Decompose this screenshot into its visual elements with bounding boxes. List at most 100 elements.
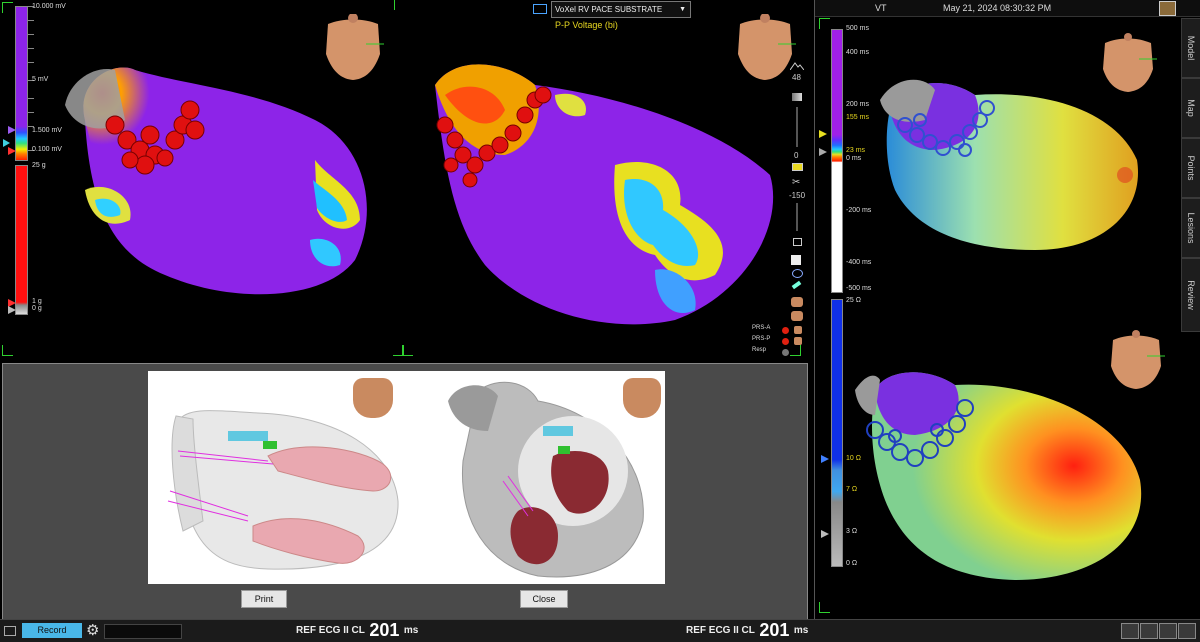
clip-value: -150	[789, 191, 806, 200]
clip-slider-track[interactable]	[796, 203, 798, 231]
home-icon[interactable]	[1159, 623, 1177, 639]
headset-icon[interactable]	[1178, 623, 1196, 639]
map-selector-value: VoXel RV PACE SUBSTRATE	[555, 5, 663, 14]
battery-icon[interactable]	[792, 163, 803, 171]
lat-high-handle[interactable]	[819, 130, 827, 138]
lat-label-high: 155 ms	[846, 114, 869, 121]
square-icon[interactable]	[791, 255, 801, 265]
scissors-icon[interactable]: ✂	[792, 177, 800, 188]
impedance-handle[interactable]	[821, 455, 829, 463]
legend-item[interactable]: PRS-A	[752, 325, 806, 336]
torso-orientation-icon[interactable]	[318, 14, 388, 82]
tab-map[interactable]: Map	[1181, 78, 1200, 138]
lat-label-minus500: -500 ms	[846, 285, 872, 292]
legend-dot	[782, 338, 789, 345]
lat-label-minus400: -400 ms	[846, 259, 872, 266]
impedance-map-model[interactable]	[845, 360, 1155, 585]
corner-marker	[2, 2, 13, 13]
tab-lesions[interactable]: Lesions	[1181, 198, 1200, 258]
lat-low-handle[interactable]	[819, 148, 827, 156]
legend-dot	[782, 327, 789, 334]
map-subtitle: P-P Voltage (bi)	[555, 20, 618, 30]
tab-points[interactable]: Points	[1181, 138, 1200, 198]
force-mid-label: 1 g	[32, 298, 42, 305]
force-bottom-label: 0 g	[32, 305, 42, 312]
view-header: VT May 21, 2024 08:30:32 PM	[815, 0, 1200, 17]
voltage-map-model-right[interactable]	[415, 55, 780, 330]
ref-ecg-cl-left: REF ECG II CL 201 ms	[296, 620, 418, 642]
torso-front-icon[interactable]	[791, 297, 803, 307]
preview-image[interactable]	[148, 371, 665, 584]
ecg-value: 201	[759, 620, 790, 640]
map-selector-icon[interactable]	[533, 4, 547, 14]
status-input[interactable]	[104, 624, 182, 639]
legend-item[interactable]: PRS-P	[752, 336, 806, 347]
left-map-view[interactable]: 10.000 mV 5 mV 1.500 mV 0.100 mV 25 g 1 …	[0, 0, 808, 362]
tab-model[interactable]: Model	[1181, 18, 1200, 78]
opacity-value: 0	[794, 151, 799, 160]
gear-icon[interactable]: ⚙	[86, 621, 99, 639]
lat-map-model[interactable]	[875, 70, 1145, 255]
force-zero-handle[interactable]	[8, 306, 16, 314]
ecg-unit: ms	[403, 625, 419, 636]
ecg-value: 201	[369, 620, 400, 640]
corner-marker	[402, 345, 413, 356]
status-bar: Record ⚙ REF ECG II CL 201 ms REF ECG II…	[0, 619, 1200, 642]
legend-dot	[782, 349, 789, 356]
message-icon[interactable]	[1121, 623, 1139, 639]
view-toolbar: 48 0 ✂ -150	[787, 55, 807, 355]
voltage-color-bar[interactable]	[15, 6, 28, 161]
impedance-top-label: 25 Ω	[846, 297, 861, 304]
impedance-low-handle[interactable]	[821, 530, 829, 538]
torso-orientation-icon	[623, 378, 661, 418]
impedance-color-bar[interactable]	[831, 299, 843, 567]
record-button[interactable]: Record	[22, 623, 82, 638]
voltage-high-handle[interactable]	[8, 126, 16, 134]
lock-icon[interactable]	[793, 238, 802, 246]
torso-orientation-icon[interactable]	[1097, 33, 1159, 93]
lat-label-400: 400 ms	[846, 49, 869, 56]
point-legend: PRS-A PRS-P Resp	[752, 325, 806, 358]
collapse-icon[interactable]	[4, 626, 16, 636]
pencil-icon[interactable]	[791, 280, 802, 290]
eye-icon[interactable]	[792, 269, 803, 278]
lat-label-low: 23 ms	[846, 147, 866, 154]
voltage-low-handle[interactable]	[8, 147, 16, 155]
right-map-view[interactable]: VT May 21, 2024 08:30:32 PM 500 ms 400 m…	[814, 0, 1200, 619]
force-color-bar[interactable]	[15, 165, 28, 315]
torso-side-icon[interactable]	[791, 311, 803, 321]
voltage-pointer[interactable]	[3, 139, 10, 147]
chevron-down-icon: ▼	[679, 6, 686, 13]
ecg-label: REF ECG II CL	[686, 625, 755, 636]
corner-marker	[2, 345, 13, 356]
print-button[interactable]: Print	[241, 590, 287, 608]
torso-icon	[794, 326, 802, 334]
ref-ecg-cl-right: REF ECG II CL 201 ms	[686, 620, 808, 642]
map-selector-dropdown[interactable]: VoXel RV PACE SUBSTRATE ▼	[551, 1, 691, 18]
thumbnail-icon[interactable]	[1159, 1, 1176, 16]
opacity-icon[interactable]	[792, 93, 802, 101]
corner-marker	[394, 0, 395, 10]
tab-review[interactable]: Review	[1181, 258, 1200, 332]
torso-icon	[794, 337, 802, 345]
opacity-slider-track[interactable]	[796, 107, 798, 147]
print-preview-panel: Print Close	[2, 363, 808, 621]
corner-marker	[819, 602, 830, 613]
mountain-icon[interactable]	[790, 60, 804, 70]
view-label: VT	[875, 3, 887, 13]
voltage-map-model-left[interactable]	[55, 60, 385, 305]
torso-orientation-icon[interactable]	[1105, 330, 1167, 390]
timestamp: May 21, 2024 08:30:32 PM	[943, 3, 1052, 13]
screen-icon[interactable]	[1140, 623, 1158, 639]
ecg-unit: ms	[793, 625, 809, 636]
close-button[interactable]: Close	[520, 590, 568, 608]
torso-orientation-icon	[353, 378, 393, 418]
lat-label-minus200: -200 ms	[846, 207, 872, 214]
legend-item[interactable]: Resp	[752, 347, 806, 358]
lat-label-500: 500 ms	[846, 25, 869, 32]
lat-label-zero: 0 ms	[846, 155, 862, 162]
voltage-max-label: 10.000 mV	[32, 3, 66, 10]
zoom-value: 48	[792, 73, 801, 82]
ecg-label: REF ECG II CL	[296, 625, 365, 636]
lat-color-bar[interactable]	[831, 29, 843, 293]
